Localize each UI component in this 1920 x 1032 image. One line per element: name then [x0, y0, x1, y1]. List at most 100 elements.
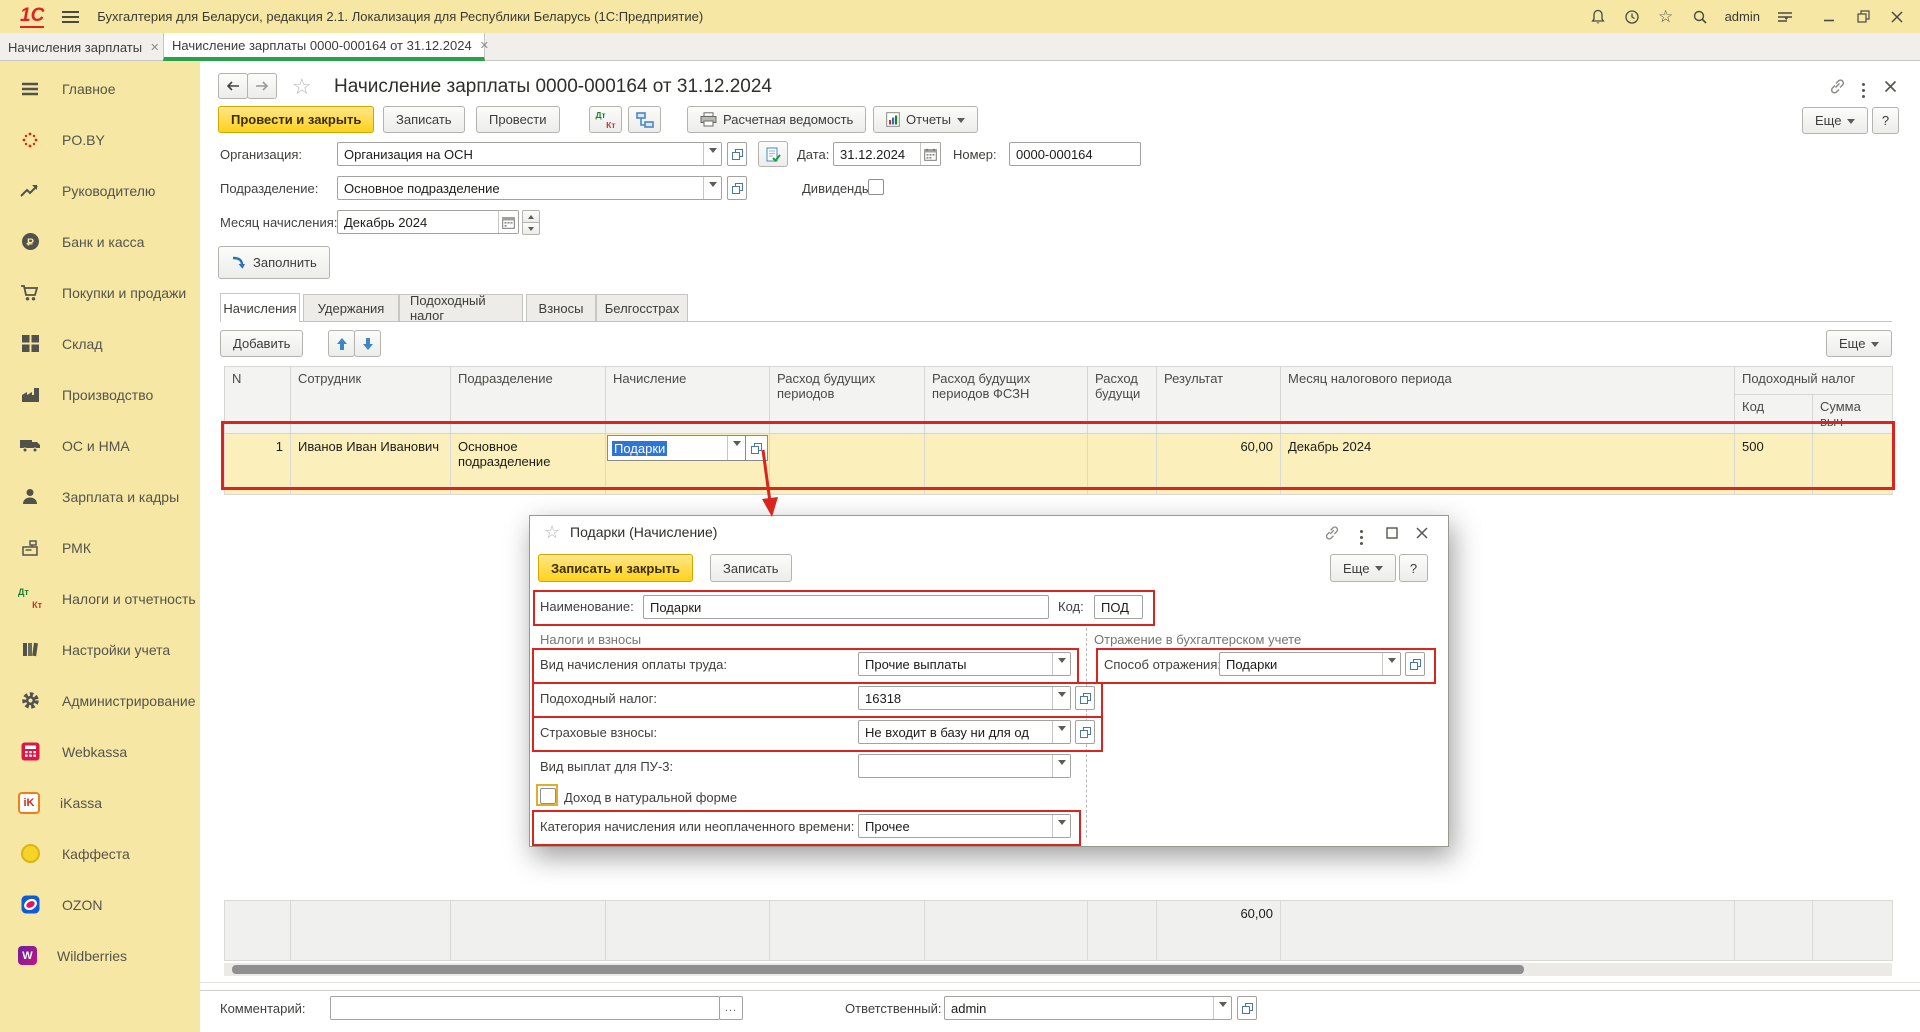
chevron-down-icon[interactable] [727, 436, 745, 460]
col-header-result[interactable]: Результат [1157, 367, 1281, 434]
col-header-n[interactable]: N [225, 367, 291, 434]
chevron-down-icon[interactable] [1052, 653, 1070, 675]
move-row-up-button[interactable] [328, 330, 355, 357]
income-tax-combo[interactable]: 16318 [858, 686, 1071, 710]
spinner-down-icon[interactable] [522, 223, 540, 235]
scrollbar-thumb[interactable] [232, 965, 1524, 974]
minimize-icon[interactable] [1820, 8, 1838, 26]
pu3-combo[interactable] [858, 754, 1071, 778]
insurance-combo[interactable]: Не входит в базу ни для од [858, 720, 1071, 744]
cell-income-tax-code[interactable]: 500 [1735, 434, 1813, 495]
tab-income-tax[interactable]: Подоходный налог [399, 294, 523, 322]
accrual-open-button[interactable] [746, 435, 768, 461]
favorite-star-icon[interactable]: ☆ [292, 74, 312, 100]
sidebar-item-manager[interactable]: Руководителю [0, 165, 200, 216]
tab-deductions[interactable]: Удержания [303, 294, 399, 322]
month-spinner[interactable] [522, 210, 540, 235]
sidebar-item-main[interactable]: Главное [0, 63, 200, 114]
accrual-month-input[interactable]: Декабрь 2024 [337, 210, 519, 234]
dialog-more-button[interactable]: Еще [1330, 554, 1396, 582]
cell-future-expense-fszn[interactable] [925, 434, 1088, 495]
sidebar-item-taxes-reports[interactable]: Дт Кт Налоги и отчетность [0, 573, 200, 624]
fill-button[interactable]: Заполнить [218, 246, 330, 279]
dialog-save-button[interactable]: Записать [710, 554, 792, 582]
sidebar-item-poby[interactable]: PO.BY [0, 114, 200, 165]
posting-settings-button[interactable] [758, 141, 788, 167]
sidebar-item-purchases-sales[interactable]: Покупки и продажи [0, 267, 200, 318]
dialog-maximize-icon[interactable] [1386, 527, 1398, 542]
org-open-button[interactable] [727, 142, 747, 166]
date-input[interactable]: 31.12.2024 [833, 142, 941, 166]
chevron-down-icon[interactable] [703, 143, 721, 165]
reports-button[interactable]: Отчеты [873, 106, 978, 133]
dialog-code-input[interactable]: ПОД [1094, 595, 1143, 619]
window-tab-accruals-list[interactable]: Начисления зарплаты ✕ [0, 33, 161, 61]
chevron-down-icon[interactable] [1052, 755, 1070, 777]
sidebar-item-warehouse[interactable]: Склад [0, 318, 200, 369]
close-document-icon[interactable] [1884, 80, 1897, 96]
close-tab-icon[interactable]: ✕ [150, 41, 159, 54]
sidebar-item-accounting-settings[interactable]: Настройки учета [0, 624, 200, 675]
favorites-star-icon[interactable]: ☆ [1657, 8, 1675, 26]
tab-contributions[interactable]: Взносы [526, 294, 596, 322]
cell-future-expense[interactable] [770, 434, 925, 495]
cell-department[interactable]: Основное подразделение [451, 434, 606, 495]
col-header-deduction-sum[interactable]: Сумма выч [1813, 395, 1893, 434]
calendar-icon[interactable] [498, 211, 518, 233]
col-header-future-short[interactable]: Расход будущи [1088, 367, 1157, 434]
move-row-down-button[interactable] [354, 330, 381, 357]
calendar-icon[interactable] [920, 143, 940, 165]
dept-open-button[interactable] [727, 176, 747, 200]
pay-sheet-button[interactable]: Расчетная ведомость [687, 106, 866, 133]
col-header-employee[interactable]: Сотрудник [291, 367, 451, 434]
header-more-button[interactable]: Еще [1802, 107, 1868, 134]
chevron-down-icon[interactable] [703, 177, 721, 199]
sidebar-item-webkassa[interactable]: Webkassa [0, 726, 200, 777]
more-kebab-icon[interactable] [1862, 80, 1865, 95]
responsible-open-button[interactable] [1237, 996, 1257, 1020]
sidebar-item-wildberries[interactable]: W Wildberries [0, 930, 200, 981]
col-header-accrual[interactable]: Начисление [606, 367, 770, 434]
main-menu-icon[interactable] [62, 8, 79, 26]
cell-accrual[interactable]: Подарки [606, 434, 770, 495]
sidebar-item-fixed-assets[interactable]: ОС и НМА [0, 420, 200, 471]
cell-deduction-sum[interactable] [1813, 434, 1893, 495]
history-icon[interactable] [1623, 8, 1641, 26]
current-user[interactable]: admin [1725, 9, 1760, 24]
dialog-link-icon[interactable] [1324, 526, 1340, 543]
comment-ellipsis-button[interactable]: ... [719, 996, 743, 1020]
chevron-down-icon[interactable] [1052, 815, 1070, 837]
tab-accruals[interactable]: Начисления [220, 293, 300, 322]
table-row[interactable]: 1 Иванов Иван Иванович Основное подразде… [225, 434, 1893, 495]
window-tab-accrual-document[interactable]: Начисление зарплаты 0000-000164 от 31.12… [163, 33, 485, 61]
income-tax-open-button[interactable] [1075, 686, 1095, 710]
get-link-icon[interactable] [1829, 79, 1846, 97]
sidebar-item-production[interactable]: Производство [0, 369, 200, 420]
spinner-up-icon[interactable] [522, 210, 540, 223]
cell-result[interactable]: 60,00 [1157, 434, 1281, 495]
col-header-tax-period-month[interactable]: Месяц налогового периода [1281, 367, 1735, 434]
sidebar-item-administration[interactable]: Администрирование [0, 675, 200, 726]
reflection-open-button[interactable] [1405, 652, 1425, 676]
notifications-bell-icon[interactable] [1589, 8, 1607, 26]
dialog-help-button[interactable]: ? [1399, 554, 1428, 582]
accrual-kind-combo[interactable]: Прочие выплаты [858, 652, 1071, 676]
comment-input[interactable] [330, 996, 720, 1020]
add-row-button[interactable]: Добавить [220, 330, 303, 357]
insurance-open-button[interactable] [1075, 720, 1095, 744]
dept-combo[interactable]: Основное подразделение [337, 176, 722, 200]
cell-n[interactable]: 1 [225, 434, 291, 495]
restore-window-icon[interactable] [1854, 8, 1872, 26]
dividends-checkbox[interactable] [868, 179, 884, 195]
save-button[interactable]: Записать [383, 106, 465, 133]
reflection-combo[interactable]: Подарки [1219, 652, 1401, 676]
dialog-name-input[interactable]: Подарки [643, 595, 1049, 619]
number-input[interactable]: 0000-000164 [1009, 142, 1141, 166]
sidebar-item-rmk[interactable]: РМК [0, 522, 200, 573]
nav-back-button[interactable] [218, 73, 248, 99]
table-more-button[interactable]: Еще [1826, 330, 1892, 357]
org-combo[interactable]: Организация на ОСН [337, 142, 722, 166]
col-header-department[interactable]: Подразделение [451, 367, 606, 434]
service-menu-icon[interactable] [1776, 8, 1794, 26]
close-app-icon[interactable] [1888, 8, 1906, 26]
